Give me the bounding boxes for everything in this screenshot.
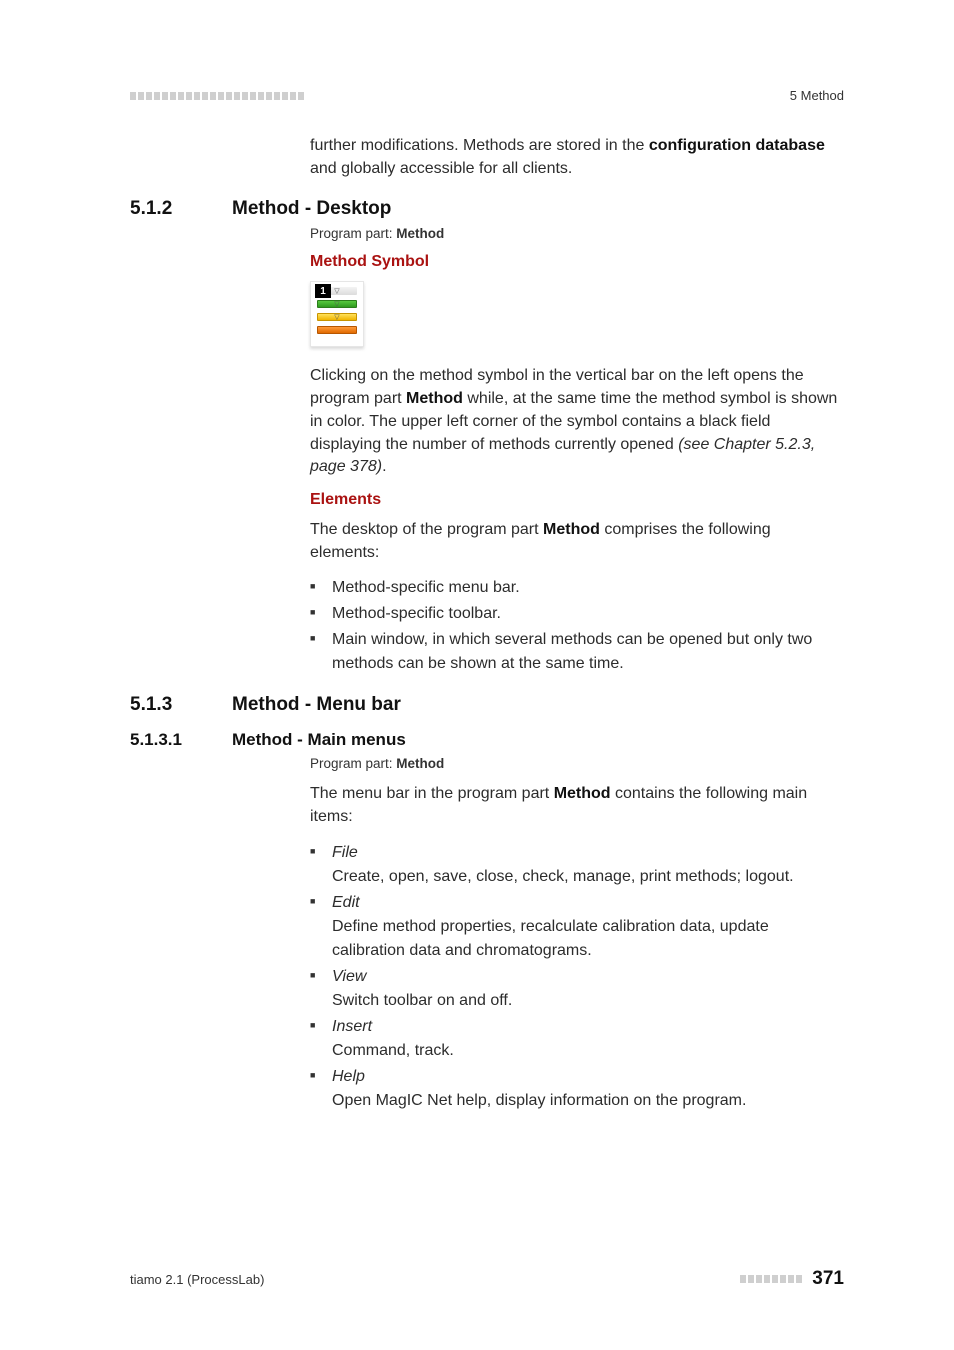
list-item: Help Open MagIC Net help, display inform… xyxy=(310,1065,844,1113)
arrow-down-icon: ▽ xyxy=(334,314,339,321)
program-part-label: Program part: xyxy=(310,756,396,771)
subsection-5-1-3-1-heading: 5.1.3.1 Method - Main menus xyxy=(130,730,844,750)
list-item: Main window, in which several methods ca… xyxy=(310,628,844,676)
text: . xyxy=(382,458,386,475)
text: further modifications. Methods are store… xyxy=(310,137,649,154)
list-item: Edit Define method properties, recalcula… xyxy=(310,891,844,963)
list-item: Method-specific menu bar. xyxy=(310,576,844,600)
menu-bar-paragraph: The menu bar in the program part Method … xyxy=(310,783,844,828)
text-bold: configuration database xyxy=(649,137,825,154)
method-count-badge: 1 xyxy=(315,284,331,298)
method-symbol-paragraph: Clicking on the method symbol in the ver… xyxy=(310,365,844,479)
section-5-1-3-heading: 5.1.3 Method - Menu bar xyxy=(130,694,844,716)
text: The desktop of the program part xyxy=(310,521,543,538)
program-part-line: Program part: Method xyxy=(310,756,844,771)
text: The menu bar in the program part xyxy=(310,785,554,802)
menu-desc: Command, track. xyxy=(332,1039,844,1063)
list-item: File Create, open, save, close, check, m… xyxy=(310,841,844,889)
program-part-value: Method xyxy=(396,756,444,771)
list-item: Method-specific toolbar. xyxy=(310,602,844,626)
list-item: View Switch toolbar on and off. xyxy=(310,965,844,1013)
menu-name: Edit xyxy=(332,894,360,911)
page-footer: tiamo 2.1 (ProcessLab) 371 xyxy=(130,1268,844,1290)
menu-name: File xyxy=(332,844,358,861)
menu-desc: Define method properties, recalculate ca… xyxy=(332,915,844,963)
section-title: Method - Desktop xyxy=(232,198,391,220)
icon-bar-orange xyxy=(317,326,357,334)
list-item: Insert Command, track. xyxy=(310,1015,844,1063)
elements-paragraph: The desktop of the program part Method c… xyxy=(310,519,844,564)
section-number: 5.1.2 xyxy=(130,198,202,220)
menu-name: Help xyxy=(332,1068,365,1085)
menu-name: View xyxy=(332,968,366,985)
footer-product: tiamo 2.1 (ProcessLab) xyxy=(130,1272,264,1287)
text-bold: Method xyxy=(543,521,600,538)
program-part-value: Method xyxy=(396,226,444,241)
text-bold: Method xyxy=(406,390,463,407)
text-bold: Method xyxy=(554,785,611,802)
header-dash-decoration xyxy=(130,92,306,100)
text: and globally accessible for all clients. xyxy=(310,160,572,177)
section-title: Method - Menu bar xyxy=(232,694,401,716)
page-header: 5 Method xyxy=(130,88,844,103)
program-part-line: Program part: Method xyxy=(310,226,844,241)
method-symbol-heading: Method Symbol xyxy=(310,253,844,271)
list-item-text: Method-specific menu bar. xyxy=(332,579,520,596)
subsection-title: Method - Main menus xyxy=(232,730,406,750)
icon-bar-yellow: ▽ xyxy=(317,313,357,321)
program-part-label: Program part: xyxy=(310,226,396,241)
footer-dash-decoration xyxy=(740,1275,804,1283)
elements-bullet-list: Method-specific menu bar. Method-specifi… xyxy=(310,576,844,676)
subsection-number: 5.1.3.1 xyxy=(130,730,202,750)
arrow-down-icon: ▽ xyxy=(334,301,339,308)
page-number: 371 xyxy=(812,1268,844,1290)
chapter-label: 5 Method xyxy=(790,88,844,103)
menu-items-list: File Create, open, save, close, check, m… xyxy=(310,841,844,1113)
section-5-1-2-heading: 5.1.2 Method - Desktop xyxy=(130,198,844,220)
elements-heading: Elements xyxy=(310,491,844,509)
icon-bar-green: ▽ xyxy=(317,300,357,308)
method-symbol-icon: 1 ▽ ▽ ▽ xyxy=(310,281,364,347)
menu-desc: Switch toolbar on and off. xyxy=(332,989,844,1013)
section-number: 5.1.3 xyxy=(130,694,202,716)
list-item-text: Main window, in which several methods ca… xyxy=(332,631,812,672)
menu-desc: Create, open, save, close, check, manage… xyxy=(332,865,844,889)
menu-desc: Open MagIC Net help, display information… xyxy=(332,1089,844,1113)
intro-paragraph: further modifications. Methods are store… xyxy=(310,135,844,180)
arrow-down-icon: ▽ xyxy=(334,288,339,295)
menu-name: Insert xyxy=(332,1018,372,1035)
list-item-text: Method-specific toolbar. xyxy=(332,605,501,622)
